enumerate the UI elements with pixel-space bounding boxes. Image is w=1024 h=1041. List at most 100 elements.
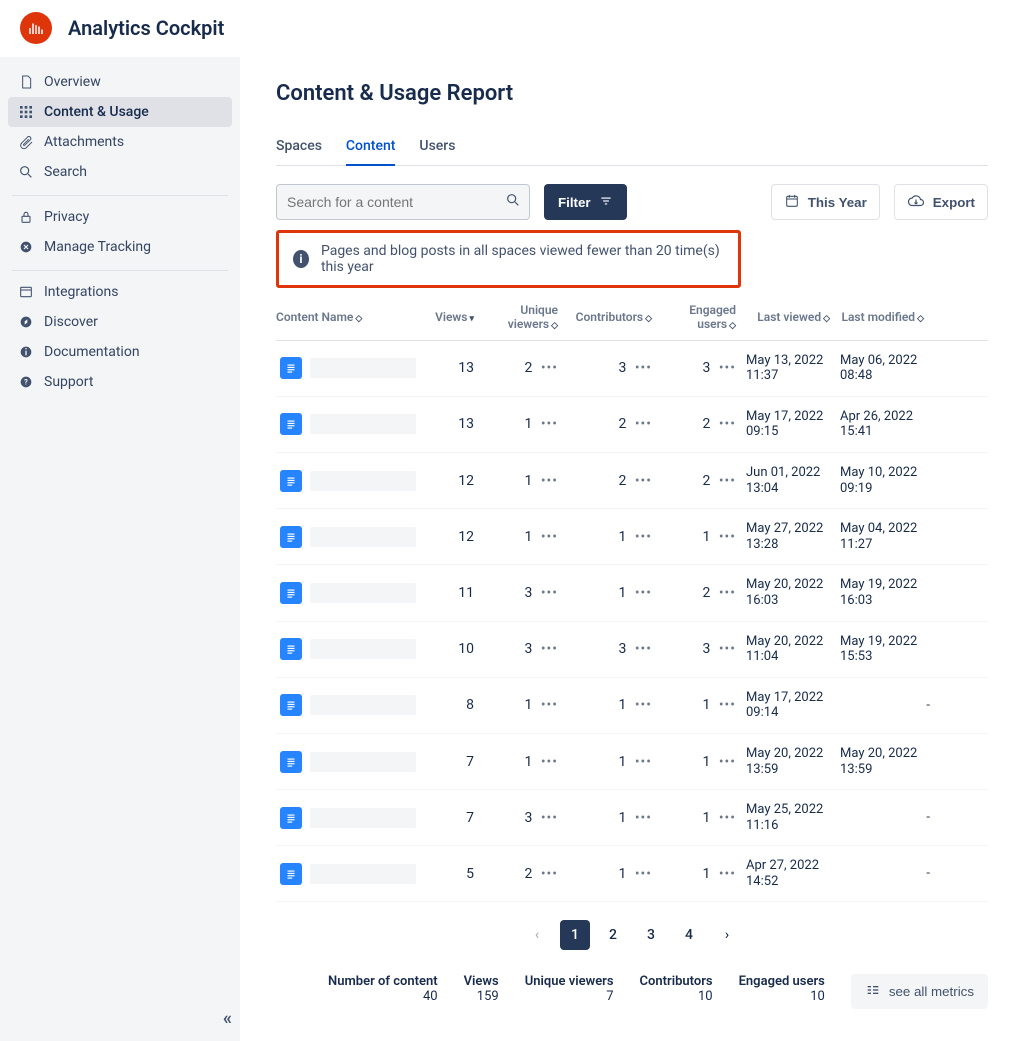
more-icon[interactable]: ••• (630, 360, 652, 376)
date-range-button[interactable]: This Year (771, 184, 880, 220)
table-row[interactable]: 13 2 ••• 3 ••• 3 ••• May 13, 2022 11:37 … (276, 341, 988, 397)
more-icon[interactable]: ••• (714, 697, 736, 713)
col-last-modified[interactable]: Last modified◇ (840, 311, 930, 325)
content-name-redacted (310, 864, 416, 884)
content-name-redacted (310, 639, 416, 659)
tab-content[interactable]: Content (346, 132, 396, 166)
tab-users[interactable]: Users (419, 132, 455, 166)
nav-search[interactable]: Search (8, 157, 232, 187)
more-icon[interactable]: ••• (536, 360, 558, 376)
app-logo-icon (20, 12, 52, 44)
see-all-metrics-button[interactable]: see all metrics (851, 974, 988, 1009)
nav-manage-tracking[interactable]: Manage Tracking (8, 232, 232, 262)
export-button[interactable]: Export (894, 184, 988, 220)
more-icon[interactable]: ••• (630, 866, 652, 882)
col-engaged-users[interactable]: Engaged users◇ (662, 304, 742, 332)
col-unique-viewers[interactable]: Unique viewers◇ (484, 304, 564, 332)
cell-views: 8 (420, 697, 480, 713)
table-row[interactable]: 7 3 ••• 1 ••• 1 ••• May 25, 2022 11:16 - (276, 790, 988, 846)
more-icon[interactable]: ••• (630, 641, 652, 657)
cell-contributors: 1 ••• (568, 754, 658, 770)
more-icon[interactable]: ••• (630, 697, 652, 713)
search-icon (505, 192, 521, 212)
pagination-page[interactable]: 4 (674, 920, 704, 950)
cell-contributors: 1 ••• (568, 529, 658, 545)
table-row[interactable]: 8 1 ••• 1 ••• 1 ••• May 17, 2022 09:14 - (276, 678, 988, 734)
search-box[interactable] (276, 184, 530, 220)
more-icon[interactable]: ••• (714, 416, 736, 432)
main-content: Content & Usage Report Spaces Content Us… (240, 57, 1024, 1041)
more-icon[interactable]: ••• (714, 585, 736, 601)
more-icon[interactable]: ••• (630, 585, 652, 601)
more-icon[interactable]: ••• (630, 754, 652, 770)
filter-button[interactable]: Filter (544, 184, 627, 220)
cell-last-viewed: May 13, 2022 11:37 (746, 353, 836, 384)
collapse-sidebar-button[interactable]: « (223, 1008, 228, 1029)
table-row[interactable]: 5 2 ••• 1 ••• 1 ••• Apr 27, 2022 14:52 - (276, 846, 988, 902)
table-row[interactable]: 7 1 ••• 1 ••• 1 ••• May 20, 2022 13:59 M… (276, 734, 988, 790)
more-icon[interactable]: ••• (536, 641, 558, 657)
more-icon[interactable]: ••• (630, 416, 652, 432)
more-icon[interactable]: ••• (714, 473, 736, 489)
more-icon[interactable]: ••• (714, 754, 736, 770)
summary-number-of-content: Number of content 40 (328, 974, 438, 1004)
more-icon[interactable]: ••• (714, 641, 736, 657)
col-views[interactable]: Views▾ (420, 311, 480, 325)
more-icon[interactable]: ••• (714, 866, 736, 882)
col-contributors[interactable]: Contributors◇ (568, 311, 658, 325)
col-last-viewed[interactable]: Last viewed◇ (746, 311, 836, 325)
cell-last-modified: May 10, 2022 09:19 (840, 465, 930, 496)
table-row[interactable]: 10 3 ••• 3 ••• 3 ••• May 20, 2022 11:04 … (276, 622, 988, 678)
nav-overview[interactable]: Overview (8, 67, 232, 97)
more-icon[interactable]: ••• (714, 360, 736, 376)
page-icon (280, 807, 302, 829)
cell-views: 11 (420, 585, 480, 601)
svg-text:?: ? (24, 378, 28, 387)
pagination-next[interactable]: › (712, 920, 742, 950)
content-name-redacted (310, 695, 416, 715)
table-row[interactable]: 13 1 ••• 2 ••• 2 ••• May 17, 2022 09:15 … (276, 397, 988, 453)
tab-spaces[interactable]: Spaces (276, 132, 322, 166)
more-icon[interactable]: ••• (536, 529, 558, 545)
more-icon[interactable]: ••• (630, 529, 652, 545)
pagination-page[interactable]: 3 (636, 920, 666, 950)
more-icon[interactable]: ••• (714, 810, 736, 826)
nav-privacy[interactable]: Privacy (8, 202, 232, 232)
more-icon[interactable]: ••• (536, 866, 558, 882)
cell-last-modified: - (840, 810, 930, 826)
more-icon[interactable]: ••• (630, 810, 652, 826)
cell-unique-viewers: 1 ••• (484, 754, 564, 770)
nav-integrations[interactable]: Integrations (8, 277, 232, 307)
more-icon[interactable]: ••• (536, 697, 558, 713)
cell-content-name (276, 638, 416, 660)
cell-unique-viewers: 3 ••• (484, 810, 564, 826)
more-icon[interactable]: ••• (536, 473, 558, 489)
col-content-name[interactable]: Content Name◇ (276, 311, 416, 325)
cell-views: 5 (420, 866, 480, 882)
more-icon[interactable]: ••• (714, 529, 736, 545)
more-icon[interactable]: ••• (536, 754, 558, 770)
cell-contributors: 2 ••• (568, 416, 658, 432)
nav-attachments[interactable]: Attachments (8, 127, 232, 157)
pagination-page[interactable]: 1 (560, 920, 590, 950)
pagination-page[interactable]: 2 (598, 920, 628, 950)
cell-content-name (276, 694, 416, 716)
nav-support[interactable]: ? Support (8, 367, 232, 397)
table-row[interactable]: 12 1 ••• 1 ••• 1 ••• May 27, 2022 13:28 … (276, 509, 988, 565)
nav-content-usage[interactable]: Content & Usage (8, 97, 232, 127)
cell-engaged-users: 1 ••• (662, 866, 742, 882)
search-input[interactable] (287, 194, 505, 210)
more-icon[interactable]: ••• (536, 585, 558, 601)
more-icon[interactable]: ••• (536, 810, 558, 826)
nav-discover[interactable]: Discover (8, 307, 232, 337)
table-row[interactable]: 11 3 ••• 1 ••• 2 ••• May 20, 2022 16:03 … (276, 565, 988, 621)
more-icon[interactable]: ••• (630, 473, 652, 489)
cell-contributors: 3 ••• (568, 360, 658, 376)
more-icon[interactable]: ••• (536, 416, 558, 432)
pagination-prev[interactable]: ‹ (522, 920, 552, 950)
nav-label: Search (44, 164, 87, 180)
cell-unique-viewers: 3 ••• (484, 641, 564, 657)
nav-documentation[interactable]: Documentation (8, 337, 232, 367)
page-title: Content & Usage Report (276, 81, 988, 106)
table-row[interactable]: 12 1 ••• 2 ••• 2 ••• Jun 01, 2022 13:04 … (276, 453, 988, 509)
